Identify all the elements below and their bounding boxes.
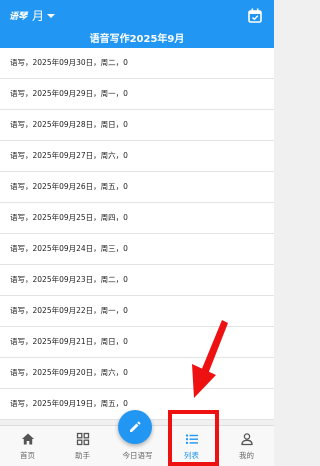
list-item[interactable]: 语写，2025年09月27日，周六，0 — [0, 141, 274, 172]
caret-down-icon — [47, 14, 56, 18]
list-item[interactable]: 语写，2025年09月24日，周三，0 — [0, 234, 274, 265]
tab-home-label: 首页 — [20, 451, 35, 460]
list-item[interactable]: 语写，2025年09月28日，周日，0 — [0, 110, 274, 141]
list-item[interactable]: 语写，2025年09月26日，周五，0 — [0, 172, 274, 203]
period-dropdown[interactable]: 月 — [32, 7, 56, 24]
tab-profile-label: 我的 — [239, 451, 254, 460]
list-item[interactable]: 语写，2025年09月30日，周二，0 — [0, 48, 274, 79]
tab-assistant[interactable]: 助手 — [55, 426, 110, 466]
arrow-icon — [192, 320, 228, 398]
list-item[interactable]: 语写，2025年09月22日，周一，0 — [0, 296, 274, 327]
edit-fab-button[interactable] — [118, 410, 152, 444]
person-icon — [240, 433, 253, 446]
list-item[interactable]: 语写，2025年09月29日，周一，0 — [0, 79, 274, 110]
tab-assistant-label: 助手 — [75, 451, 90, 460]
home-icon — [21, 433, 34, 445]
edit-icon — [130, 421, 141, 432]
list-item[interactable]: 语写，2025年09月20日，周六，0 — [0, 358, 274, 389]
period-label: 月 — [32, 9, 45, 23]
app-bar: 语琴 月 — [0, 0, 274, 32]
list-item[interactable]: 语写，2025年09月21日，周日，0 — [0, 327, 274, 358]
tab-home[interactable]: 首页 — [0, 426, 55, 466]
tab-today-writing-label: 今日语写 — [122, 451, 153, 460]
list-item[interactable]: 语写，2025年09月25日，周四，0 — [0, 203, 274, 234]
page-title: 语音写作2025年9月 — [0, 32, 274, 48]
highlight-box — [168, 410, 219, 466]
calendar-icon[interactable] — [248, 8, 262, 23]
app-logo: 语琴 — [9, 12, 28, 22]
grid-icon — [76, 432, 89, 446]
tab-profile[interactable]: 我的 — [219, 426, 274, 466]
list-item[interactable]: 语写，2025年09月23日，周二，0 — [0, 265, 274, 296]
writing-list[interactable]: 语写，2025年09月30日，周二，0 语写，2025年09月29日，周一，0 … — [0, 48, 274, 425]
